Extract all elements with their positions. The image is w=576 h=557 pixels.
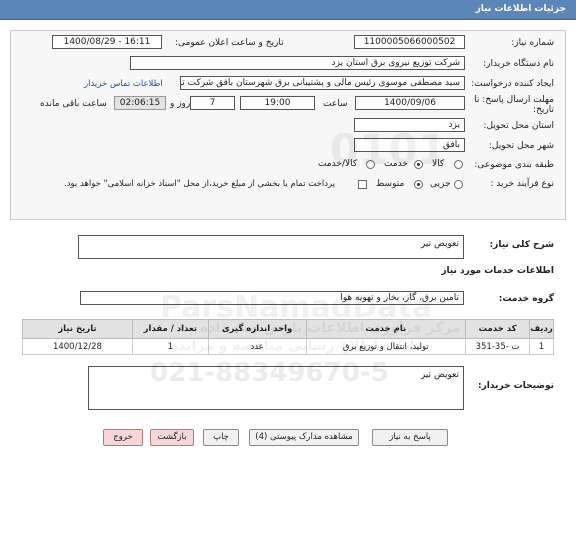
process-radio-minor[interactable] [454, 180, 463, 189]
col-date-header: تاریخ نیاز [22, 319, 133, 339]
watermark-text-2: پایگاه اطلاع رسانی مناقصه و مزایده [170, 338, 421, 354]
city-label: شهر محل تحویل: [488, 141, 554, 151]
deadline-time-field: 19:00 [240, 96, 315, 110]
category-radio-goods[interactable] [454, 160, 463, 169]
process-radio-medium[interactable] [414, 180, 423, 189]
reply-button[interactable]: پاسخ به نیاز [372, 429, 448, 446]
summary-field: تعویض تیر [78, 235, 464, 259]
watermark-text-1: مرکز فراوری اطلاعات پارس نماد داده [200, 320, 461, 336]
window-titlebar: جزئیات اطلاعات نیاز [0, 0, 576, 20]
view-attachments-button[interactable]: مشاهده مدارک پیوستی (4) [249, 429, 359, 446]
cell-date: 1400/12/28 [22, 338, 133, 355]
col-row-header: ردیف [529, 319, 554, 339]
deadline-label: مهلت ارسال پاسخ: تا تاریخ: [474, 95, 554, 115]
announce-date-label: تاریخ و ساعت اعلان عمومی: [175, 38, 284, 48]
remaining-time-field: 02:06:15 [114, 96, 166, 110]
exit-button[interactable]: خروج [103, 429, 143, 446]
treasury-payment-note: پرداخت تمام یا بخشی از مبلغ خرید،از محل … [64, 179, 336, 189]
deadline-date-field: 1400/09/06 [355, 96, 465, 110]
print-button[interactable]: چاپ [203, 429, 239, 446]
buyer-org-field: شرکت توزیع نیروی برق استان یزد [130, 56, 465, 70]
buyer-org-label: نام دستگاه خریدار: [483, 59, 554, 69]
days-label: روز و [170, 99, 191, 109]
process-option-medium: متوسط [376, 179, 405, 189]
need-number-field: 1100005066000502 [354, 35, 465, 49]
category-label: طبقه بندی موضوعی: [474, 160, 554, 170]
treasury-payment-checkbox[interactable] [358, 180, 367, 189]
process-label: نوع فرآیند خرید : [490, 179, 554, 189]
process-option-minor: جزیی [430, 179, 451, 189]
watermark-number: 0101 [330, 125, 447, 174]
cell-code: ت -35-351 [465, 338, 531, 355]
watermark-phone: 021-88349670-5 [150, 358, 389, 388]
buyer-notes-label: توضیحات خریدار: [478, 381, 554, 391]
back-button[interactable]: بازگشت [150, 429, 194, 446]
announce-date-field: 1400/08/29 - 16:11 [52, 35, 162, 49]
col-code-header: کد خدمت [465, 319, 531, 339]
creator-field: سید مصطفی موسوی رئیس مالی و پشتیبانی برق… [180, 76, 465, 90]
need-number-label: شماره نیاز: [511, 38, 554, 48]
creator-label: ایجاد کننده درخواست: [471, 79, 554, 89]
province-label: استان محل تحویل: [483, 121, 554, 131]
summary-label: شرح کلی نیاز: [489, 240, 554, 250]
window-title: جزئیات اطلاعات نیاز [475, 4, 566, 14]
service-group-label: گروه خدمت: [498, 294, 554, 304]
deadline-time-label: ساعت [323, 99, 348, 109]
remaining-time-label: ساعت باقی مانده [40, 99, 107, 109]
services-section-title: اطلاعات خدمات مورد نیاز [441, 266, 554, 276]
cell-row: 1 [529, 338, 554, 355]
days-remaining-field: 7 [190, 96, 235, 110]
contact-buyer-link[interactable]: اطلاعات تماس خریدار [84, 79, 163, 89]
